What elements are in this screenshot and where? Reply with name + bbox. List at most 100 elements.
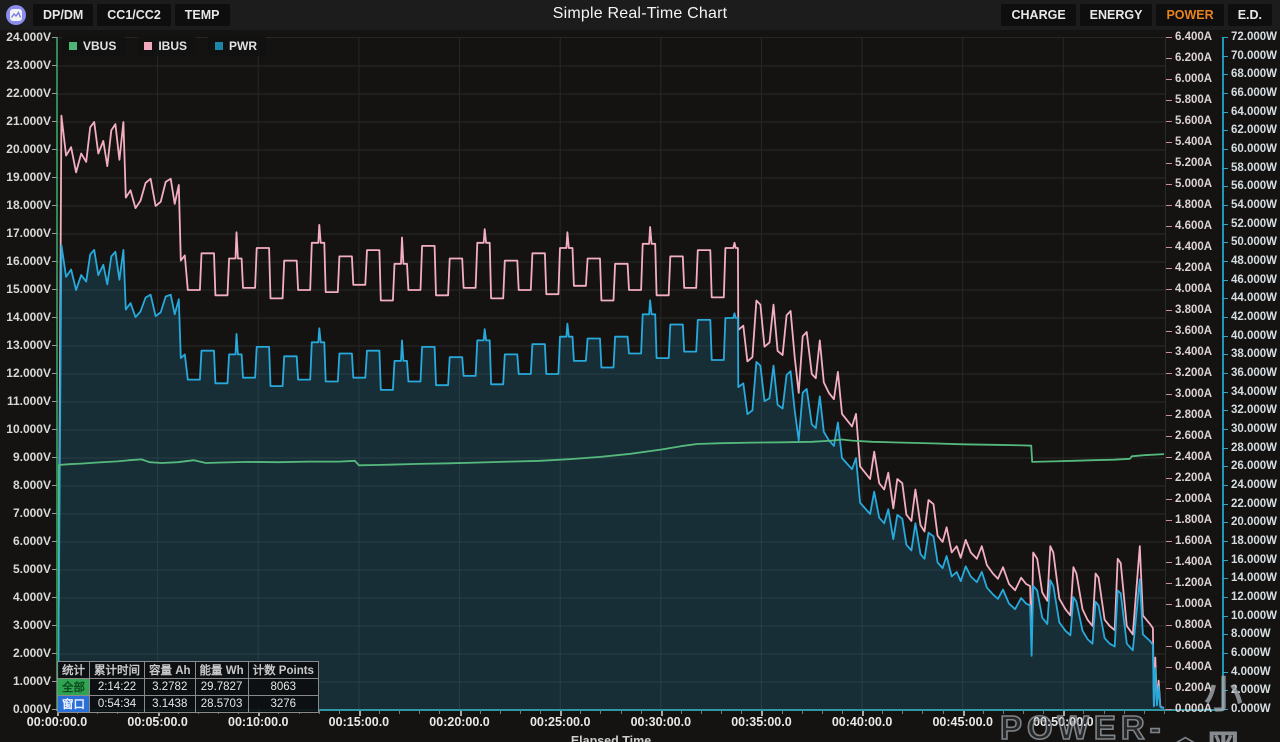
- time-minor-tick: [680, 711, 682, 714]
- stats-table: 统计 累计时间 容量 Ah 能量 Wh 计数 Points 全部 2:14:22 3.2782…: [57, 661, 319, 713]
- power-tick: [1222, 615, 1228, 617]
- plot-area[interactable]: [57, 37, 1166, 710]
- time-minor-tick: [1002, 711, 1004, 714]
- power-tick: [1222, 74, 1228, 76]
- power-tick-label: 22.000W: [1231, 497, 1278, 510]
- legend-item-ibus[interactable]: IBUS: [137, 36, 197, 56]
- time-minor-tick: [721, 711, 723, 714]
- time-minor-tick: [882, 711, 884, 714]
- power-tick-label: 38.000W: [1231, 348, 1278, 361]
- voltage-tick: [52, 149, 57, 150]
- power-tick-label: 12.000W: [1231, 591, 1278, 603]
- current-tick: [1166, 331, 1172, 332]
- power-tick: [1222, 37, 1228, 38]
- stats-value-cell: 3.2782: [144, 678, 196, 696]
- current-tick-label: 5.000A: [1175, 178, 1213, 190]
- tab-power[interactable]: POWER: [1156, 4, 1224, 26]
- voltage-tick: [52, 597, 57, 598]
- stats-panel: 统计 累计时间 容量 Ah 能量 Wh 计数 Points 全部 2:14:22 3.2782…: [57, 661, 319, 713]
- tab-temp[interactable]: TEMP: [174, 4, 230, 26]
- stats-value-cell: 3.1438: [144, 695, 196, 713]
- current-tick: [1166, 58, 1172, 59]
- voltage-tick-label: 19.000V: [6, 170, 51, 184]
- voltage-tick: [52, 121, 57, 122]
- power-tick-label: 48.000W: [1231, 255, 1278, 267]
- time-minor-tick: [1023, 711, 1025, 714]
- power-tick: [1222, 317, 1228, 318]
- chart-legend: VBUS IBUS PWR: [62, 36, 267, 56]
- time-minor-tick: [1143, 711, 1145, 714]
- legend-item-pwr[interactable]: PWR: [208, 36, 267, 56]
- tab-cc1-cc2[interactable]: CC1/CC2: [97, 4, 171, 26]
- time-minor-tick: [922, 711, 924, 714]
- voltage-tick-label: 14.000V: [6, 310, 51, 324]
- current-tick-label: 3.800A: [1175, 304, 1213, 316]
- voltage-tick-label: 24.000V: [6, 30, 51, 44]
- time-minor-tick: [841, 711, 843, 714]
- current-tick-label: 3.000A: [1175, 388, 1213, 400]
- top-toolbar: DP/DM CC1/CC2 TEMP Simple Real-Time Chart …: [0, 0, 1280, 30]
- app-menu-icon[interactable]: [6, 5, 26, 25]
- current-tick: [1166, 37, 1172, 38]
- tab-e-d-[interactable]: E.D.: [1227, 4, 1272, 26]
- stats-row-label: 全部: [57, 678, 90, 696]
- current-tick-label: 4.200A: [1175, 262, 1213, 274]
- voltage-tick-label: 6.000V: [12, 534, 51, 548]
- current-tick-label: 3.600A: [1175, 325, 1213, 337]
- power-tick-label: 8.000W: [1231, 628, 1271, 641]
- power-tick-label: 66.000W: [1231, 87, 1278, 99]
- time-minor-tick: [479, 711, 481, 714]
- time-tick-label: 00:05:00.0: [127, 715, 188, 729]
- power-tick: [1222, 559, 1228, 561]
- voltage-tick: [52, 401, 57, 402]
- legend-label: VBUS: [83, 39, 117, 53]
- stats-row-label: 窗口: [57, 695, 90, 713]
- stats-header-cell: 累计时间: [89, 661, 145, 679]
- current-tick-label: 2.800A: [1175, 409, 1213, 421]
- time-minor-tick: [821, 711, 823, 714]
- stats-row: 窗口 0:54:34 3.1438 28.5703 3276: [57, 695, 319, 713]
- power-tick: [1222, 93, 1228, 94]
- current-tick-label: 1.400A: [1175, 556, 1213, 568]
- power-tick-label: 40.000W: [1231, 329, 1278, 342]
- time-minor-tick: [419, 711, 421, 714]
- current-tick: [1166, 709, 1172, 710]
- time-minor-tick: [741, 711, 743, 714]
- time-minor-tick: [1123, 711, 1125, 714]
- voltage-tick: [52, 513, 57, 514]
- power-tick-label: 10.000W: [1231, 609, 1278, 622]
- power-tick: [1222, 354, 1228, 356]
- tab-charge[interactable]: CHARGE: [1001, 4, 1076, 26]
- tab-dp-dm[interactable]: DP/DM: [33, 4, 94, 26]
- current-tick: [1166, 520, 1172, 521]
- legend-item-vbus[interactable]: VBUS: [62, 36, 126, 56]
- current-tick: [1166, 205, 1172, 206]
- voltage-tick: [52, 233, 57, 234]
- current-tick: [1166, 478, 1172, 479]
- power-tick: [1222, 242, 1228, 244]
- voltage-tick: [52, 345, 57, 346]
- power-tick-label: 52.000W: [1231, 217, 1278, 230]
- legend-label: IBUS: [158, 39, 188, 53]
- time-minor-tick: [1083, 711, 1085, 714]
- time-minor-tick: [540, 711, 542, 714]
- mode-tabs: CHARGE ENERGY POWER E.D.: [1001, 4, 1272, 26]
- voltage-tick-label: 18.000V: [6, 198, 51, 212]
- power-tick-label: 20.000W: [1231, 516, 1278, 529]
- voltage-tick-label: 12.000V: [6, 366, 51, 380]
- voltage-tick-label: 11.000V: [6, 394, 51, 408]
- voltage-tick: [52, 457, 57, 458]
- power-tick: [1222, 690, 1228, 692]
- current-tick: [1166, 457, 1172, 458]
- tab-energy[interactable]: ENERGY: [1079, 4, 1153, 26]
- current-tick-label: 2.200A: [1175, 472, 1213, 484]
- power-tick: [1222, 186, 1228, 188]
- power-tick-label: 72.000W: [1231, 31, 1278, 43]
- time-minor-tick: [942, 711, 944, 714]
- voltage-tick-label: 15.000V: [6, 282, 51, 296]
- power-tick: [1222, 447, 1228, 449]
- time-minor-tick: [620, 711, 622, 714]
- time-tick-label: 00:45:00.0: [932, 715, 993, 729]
- power-tick-label: 2.000W: [1231, 684, 1271, 697]
- current-tick-label: 0.400A: [1175, 661, 1213, 673]
